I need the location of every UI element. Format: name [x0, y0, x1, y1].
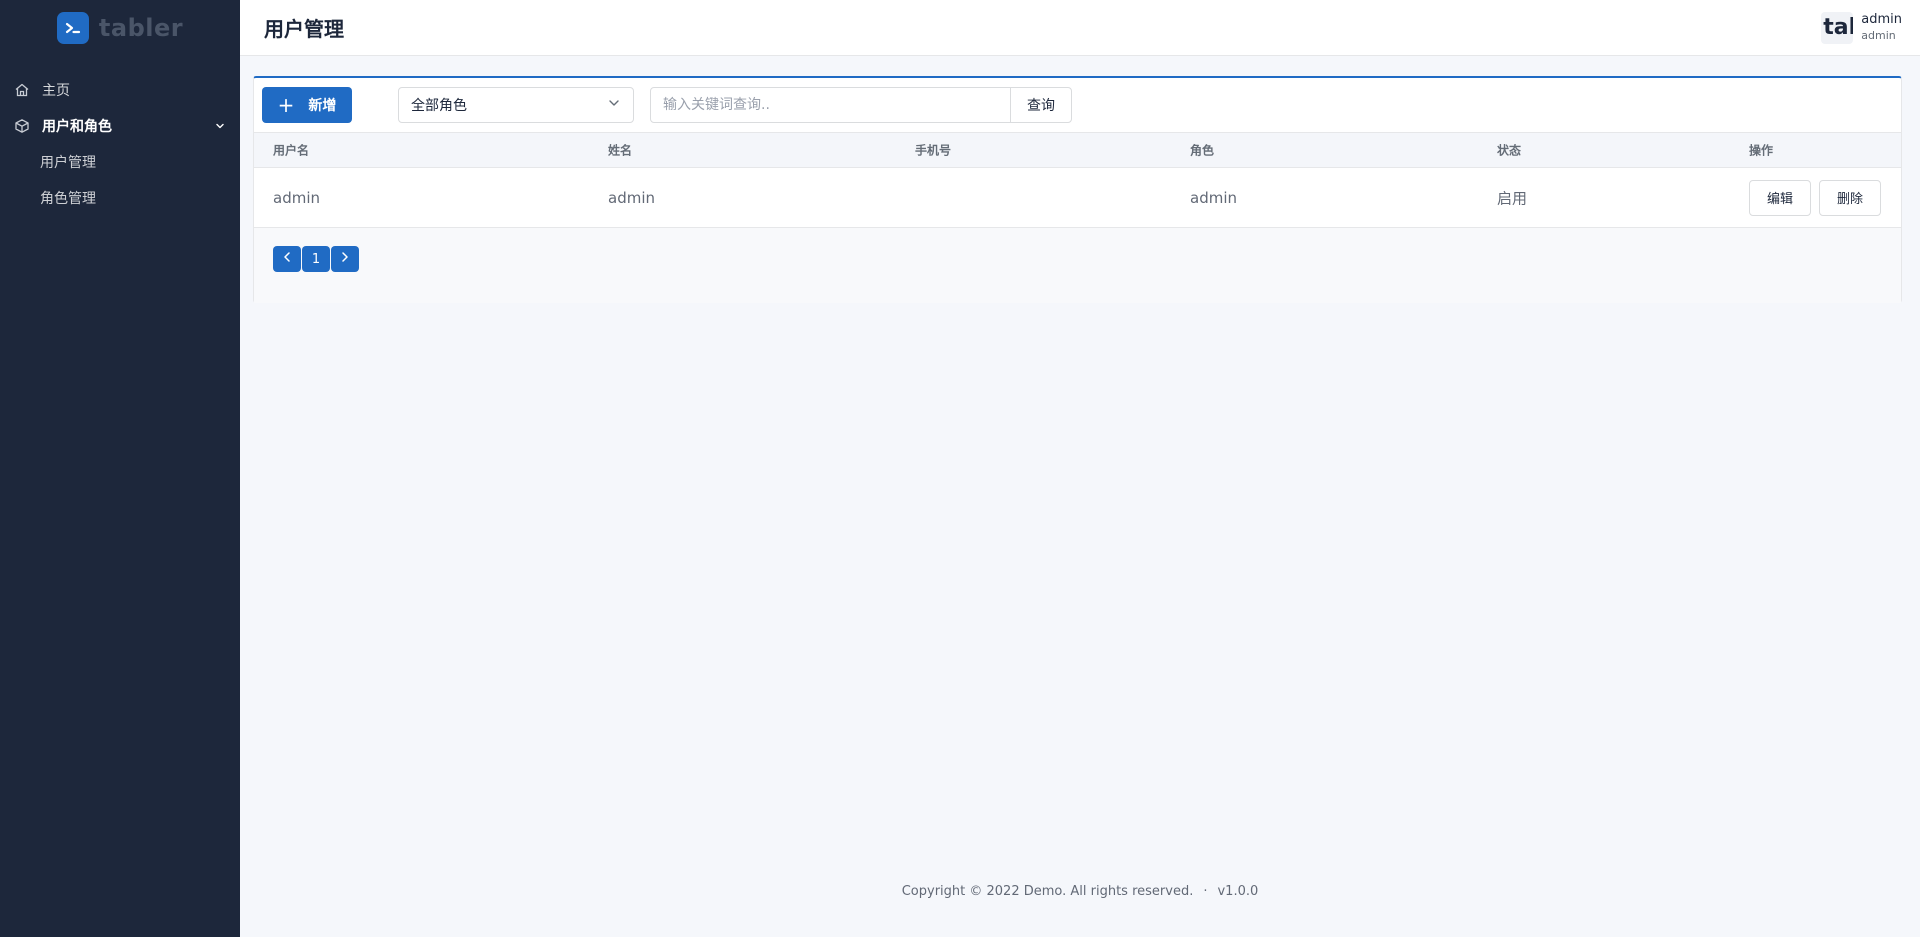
plus-icon: +	[277, 93, 295, 117]
user-menu[interactable]: tabler admin admin	[1821, 11, 1902, 44]
pagination: 1	[273, 246, 360, 272]
sidebar-nav: 主页 用户和角色 用户管理 角色管理	[0, 72, 240, 216]
pagination-area: 1	[254, 228, 1901, 303]
cell-status: 启用	[1497, 189, 1528, 207]
cell-role: admin	[1190, 188, 1237, 207]
terminal-icon	[56, 12, 89, 44]
add-button-label: 新增	[308, 98, 337, 114]
footer: Copyright © 2022 Demo. All rights reserv…	[240, 884, 1920, 899]
user-role: admin	[1861, 28, 1896, 42]
chevron-down-icon	[214, 120, 226, 132]
chevron-down-icon	[607, 96, 621, 114]
user-name: admin	[1861, 11, 1902, 27]
brand-name: tabler	[98, 14, 184, 42]
page-title: 用户管理	[264, 17, 344, 41]
top-header: 用户管理 tabler admin admin	[240, 0, 1920, 56]
table-header: 用户名 姓名 手机号 角色 状态 操作	[254, 132, 1901, 168]
sidebar-item-users-roles[interactable]: 用户和角色	[0, 108, 240, 144]
user-table-card: + 新增 全部角色 查询 用户名 姓名 手机号 角色 状态 操作 admin a…	[253, 76, 1902, 303]
add-user-button[interactable]: + 新增	[262, 87, 352, 123]
column-header-actions: 操作	[1749, 143, 1774, 158]
next-page-button[interactable]	[331, 246, 359, 272]
sidebar-item-label: 用户和角色	[42, 119, 112, 135]
avatar: tabler	[1821, 11, 1854, 44]
search-input[interactable]	[650, 87, 1011, 123]
cell-username: admin	[273, 188, 320, 207]
sidebar: tabler 主页 用户和角色 用户管理 角色管理	[0, 0, 240, 937]
sidebar-subitem-user-management[interactable]: 用户管理	[0, 144, 240, 180]
table-row: admin admin admin 启用 编辑 删除	[254, 168, 1901, 228]
column-header-status: 状态	[1497, 143, 1522, 158]
sidebar-item-home[interactable]: 主页	[0, 72, 240, 108]
sidebar-subitem-role-management[interactable]: 角色管理	[0, 180, 240, 216]
query-button[interactable]: 查询	[1010, 87, 1072, 123]
prev-page-button[interactable]	[273, 246, 301, 272]
page-button-current[interactable]: 1	[302, 246, 330, 272]
chevron-left-icon	[282, 251, 292, 267]
column-header-username: 用户名	[273, 143, 310, 158]
column-header-name: 姓名	[608, 143, 633, 158]
sidebar-item-label: 主页	[42, 83, 70, 99]
box-icon	[14, 118, 30, 134]
home-icon	[14, 82, 30, 98]
column-header-role: 角色	[1190, 143, 1215, 158]
column-header-phone: 手机号	[915, 143, 952, 158]
brand-logo[interactable]: tabler	[0, 0, 240, 56]
cell-name: admin	[608, 188, 655, 207]
user-meta: admin admin	[1861, 12, 1902, 44]
footer-separator: ·	[1203, 884, 1208, 899]
delete-button[interactable]: 删除	[1819, 179, 1881, 216]
table-toolbar: + 新增 全部角色 查询	[254, 78, 1901, 132]
chevron-right-icon	[340, 251, 350, 267]
role-filter-select[interactable]: 全部角色	[398, 87, 634, 123]
role-filter-value: 全部角色	[411, 98, 467, 114]
copyright-text: Copyright © 2022 Demo. All rights reserv…	[901, 884, 1194, 899]
edit-button[interactable]: 编辑	[1749, 179, 1811, 216]
version-link[interactable]: v1.0.0	[1217, 884, 1258, 899]
